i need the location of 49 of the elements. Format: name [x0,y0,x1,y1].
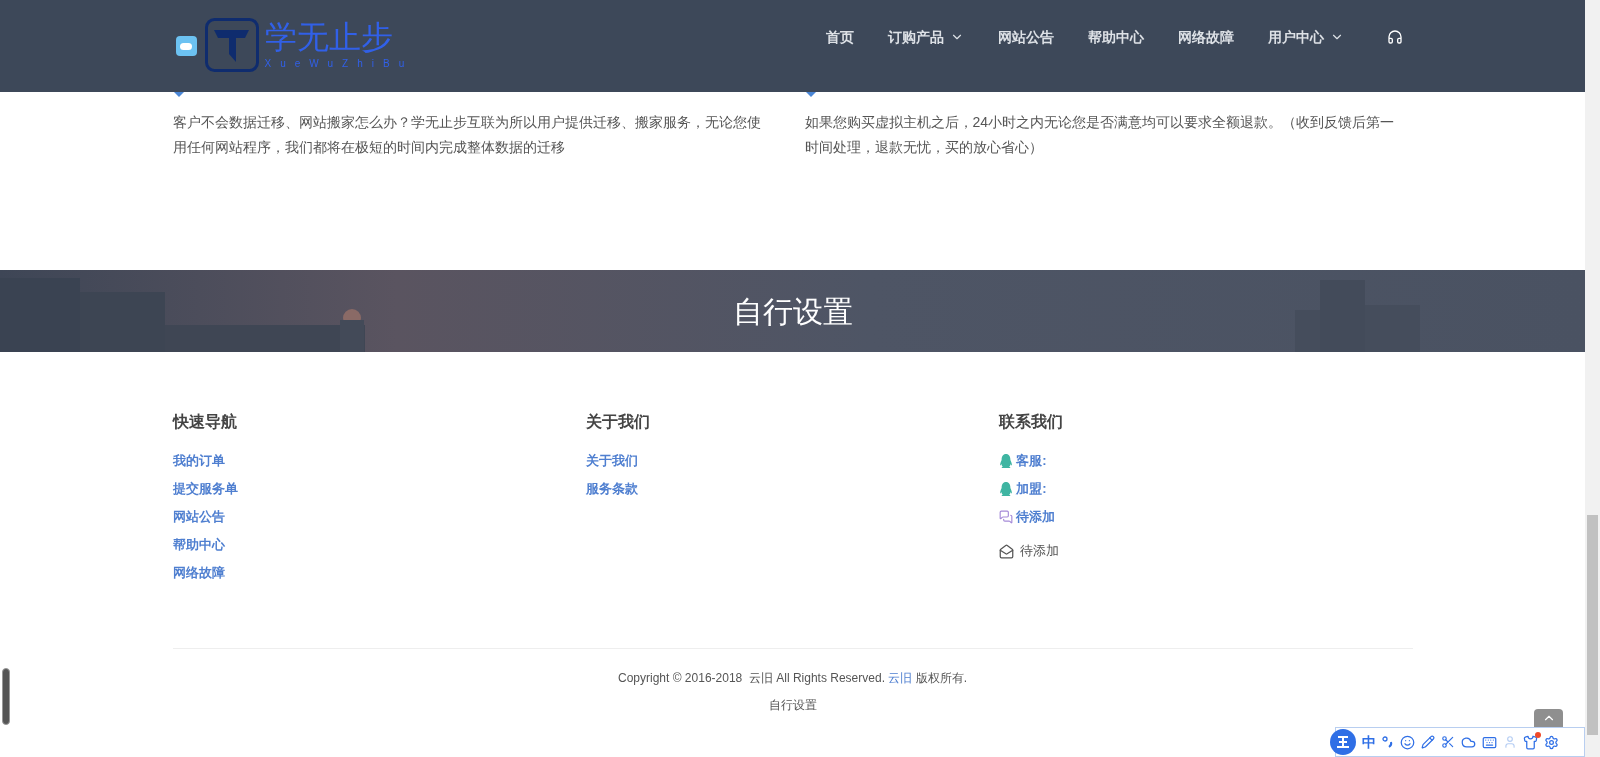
pencil-icon[interactable] [1421,735,1435,749]
chat-icon [999,510,1014,524]
feature-text: 客户不会数据迁移、网站搬家怎么办？学无止步互联为所以用户提供迁移、搬家服务，无论您使用任何网站程序，我们都将在极短的时间内完成整体数据的迁移 [172,113,762,157]
footer-link[interactable]: 提交服务单 [172,480,238,498]
shirt-icon[interactable] [1523,734,1538,750]
keyboard-icon[interactable] [1482,734,1497,750]
footer-heading: 快速导航 [172,412,238,432]
input-mode[interactable]: 中 [1362,731,1376,753]
scrollbar-thumb[interactable] [1587,515,1598,735]
punctuation-icon[interactable] [1382,736,1394,748]
headset-icon[interactable] [1386,29,1403,45]
back-to-top-button[interactable] [1534,709,1563,727]
ime-logo-icon[interactable] [1330,729,1356,755]
penguin-icon [999,454,1014,468]
logo-title: 学无止步 [264,18,394,56]
contact-text: 待添加 [1016,508,1056,526]
logo-icon [204,18,259,72]
footer-link[interactable]: 网站公告 [172,508,225,526]
scissors-icon[interactable] [1441,735,1455,749]
footer-link[interactable]: 帮助中心 [172,536,225,554]
envelope-icon [999,543,1015,559]
footer-link[interactable]: 我的订单 [172,452,225,470]
feature-text: 如果您购买虚拟主机之后，24小时之内无论您是否满意均可以要求全额退款。（收到反馈后第一时间处理，退款无忧，买的放心省心） [804,113,1396,157]
smiley-icon[interactable] [1400,734,1415,750]
nav-link[interactable]: 网站公告 [980,26,1071,48]
footer-heading: 关于我们 [585,412,651,432]
footer-link[interactable]: 关于我们 [585,452,638,470]
copyright-text: Copyright © 2016-2018 云旧 All Rights Reserved. 云旧 版权所有. [618,670,967,687]
footer-link[interactable]: 网络故障 [172,564,225,582]
contact-text: 客服: [1016,452,1047,470]
contact-text: 加盟: [1016,480,1047,498]
company-link[interactable]: 云旧 [888,671,913,685]
nav-link[interactable]: 用户中心 [1250,26,1361,48]
contact-text: 待添加 [1020,542,1060,560]
nav-link[interactable]: 网络故障 [1160,26,1251,48]
cloud-outline-icon[interactable] [1461,734,1476,750]
logo-subtitle: XueWuZhiBu [264,57,414,71]
footer-link[interactable]: 服务条款 [585,480,638,498]
scrollbar[interactable] [1585,0,1600,757]
side-handle [2,668,10,725]
banner-title: 自行设置 [732,293,853,330]
footer-text: 自行设置 [768,697,817,714]
nav-link[interactable]: 订购产品 [870,26,981,48]
footer-heading: 联系我们 [999,412,1065,432]
nav-link[interactable]: 首页 [808,26,871,48]
settings-icon[interactable] [1544,734,1559,750]
nav-link[interactable]: 帮助中心 [1070,26,1161,48]
penguin-icon [999,482,1014,496]
cloud-icon [175,36,197,56]
